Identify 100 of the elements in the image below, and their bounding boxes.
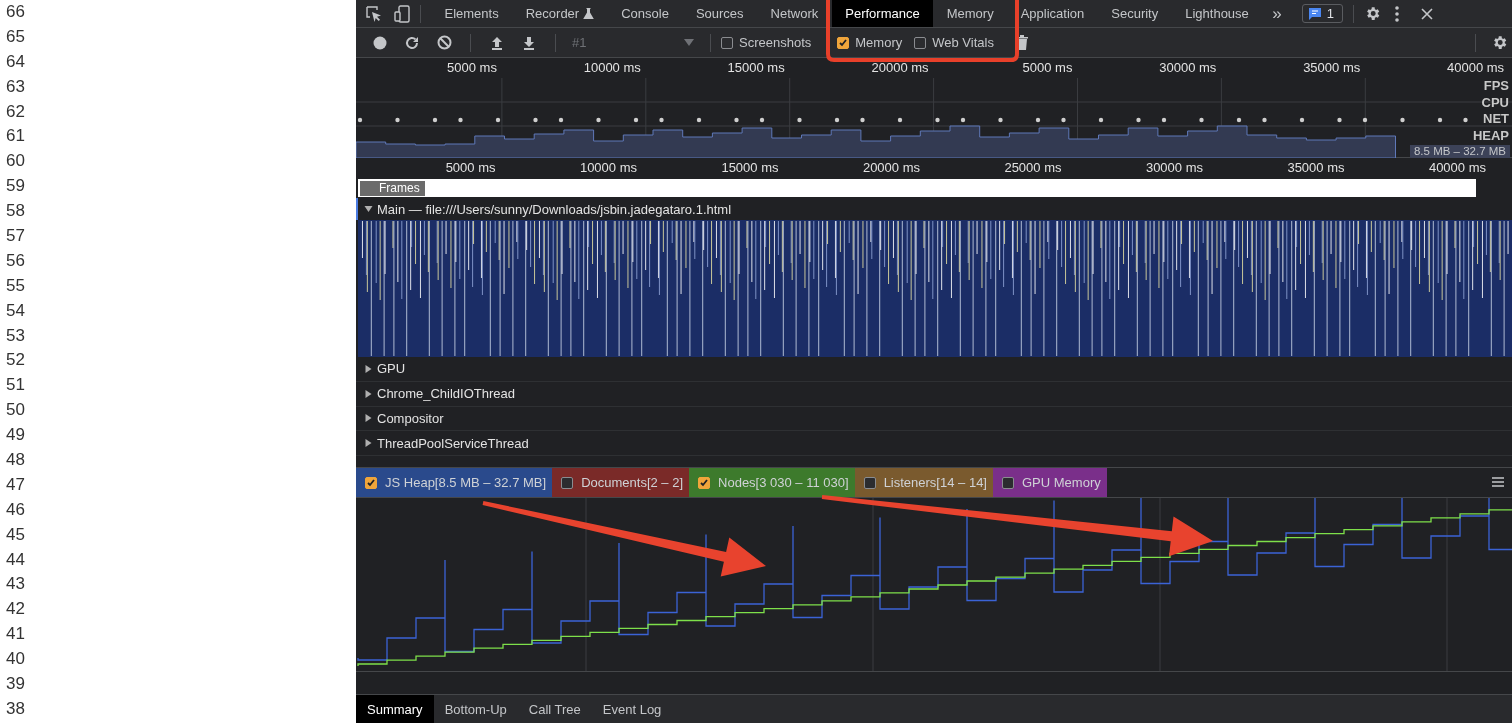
panel-tab[interactable]: Elements	[431, 0, 513, 27]
line-number: 51	[5, 374, 26, 397]
heap-range: 8.5 MB – 32.7 MB	[1409, 145, 1510, 158]
line-number: 66	[5, 1, 26, 23]
time-tick: 35000 ms	[1302, 59, 1362, 77]
option-label: Memory	[855, 35, 903, 50]
line-number: 58	[5, 200, 26, 223]
more-options-icon[interactable]	[1395, 5, 1400, 22]
panel-tab[interactable]: Lighthouse	[1171, 0, 1263, 27]
upload-icon[interactable]	[490, 35, 504, 50]
flask-icon	[583, 7, 595, 20]
dropdown-caret-icon	[684, 38, 694, 47]
thread-track[interactable]: Chrome_ChildIOThread	[356, 381, 1512, 407]
time-tick: 15000 ms	[726, 59, 786, 77]
time-tick: 40000 ms	[1427, 159, 1487, 177]
time-tick: 5000 ms	[444, 159, 497, 177]
line-number: 41	[5, 623, 26, 646]
counter-toggle[interactable]: Nodes[3 030 – 11 030]	[689, 468, 855, 497]
line-number: 55	[5, 274, 26, 297]
time-tick: 10000 ms	[578, 159, 638, 177]
time-tick: 40000 ms	[1446, 59, 1506, 77]
line-number: 52	[5, 349, 26, 372]
checkbox[interactable]	[721, 36, 733, 49]
line-number: 42	[5, 598, 26, 621]
line-number: 50	[5, 399, 26, 422]
line-number: 57	[5, 225, 26, 247]
time-tick: 5000 ms	[446, 59, 498, 77]
time-tick: 20000 ms	[861, 159, 921, 177]
lane-label: CPU	[1481, 94, 1509, 111]
time-tick: 30000 ms	[1144, 159, 1204, 177]
menu-icon[interactable]	[1492, 475, 1504, 490]
panel-tab[interactable]: Sources	[682, 0, 758, 27]
checkbox[interactable]	[837, 36, 850, 49]
line-number: 47	[5, 473, 26, 496]
panel-tab[interactable]: Application	[1007, 0, 1098, 27]
more-tabs-button[interactable]: »	[1262, 3, 1292, 24]
close-icon[interactable]	[1421, 7, 1434, 20]
counter-toggle[interactable]: Listeners[14 – 14]	[854, 468, 993, 497]
download-icon[interactable]	[522, 35, 536, 50]
checkbox[interactable]	[1002, 476, 1014, 489]
time-tick: 25000 ms	[1003, 159, 1063, 177]
counter-toggle[interactable]: JS Heap[8.5 MB – 32.7 MB]	[356, 468, 553, 497]
line-number: 46	[5, 498, 26, 521]
device-icon[interactable]	[394, 4, 410, 23]
line-number: 43	[5, 573, 26, 596]
issues-button[interactable]: 1	[1301, 4, 1344, 23]
panel-tab[interactable]: Network	[757, 0, 832, 27]
caret-icon[interactable]	[364, 439, 373, 448]
option-label: Screenshots	[739, 35, 812, 50]
time-tick: 30000 ms	[1158, 59, 1218, 77]
line-number: 48	[5, 449, 26, 472]
panel-tab[interactable]: Recorder	[512, 0, 608, 27]
option-label: Web Vitals	[932, 35, 994, 50]
counter-toggle[interactable]: Documents[2 – 2]	[552, 468, 690, 497]
time-tick: 15000 ms	[720, 159, 780, 177]
checkbox[interactable]	[365, 476, 377, 489]
line-number: 56	[5, 249, 26, 272]
reload-icon[interactable]	[405, 35, 419, 50]
checkbox[interactable]	[561, 476, 574, 489]
line-number: 64	[5, 50, 26, 73]
lane-label: FPS	[1483, 78, 1509, 95]
inspect-icon[interactable]	[366, 5, 382, 22]
line-number: 60	[5, 150, 26, 173]
details-tab[interactable]: Event Log	[591, 695, 673, 723]
line-number: 39	[5, 673, 26, 696]
details-tab[interactable]: Bottom-Up	[433, 695, 518, 723]
time-tick: 35000 ms	[1286, 159, 1346, 177]
panel-tab[interactable]: Memory	[933, 0, 1008, 27]
line-number: 65	[5, 25, 26, 48]
caret-icon[interactable]	[364, 414, 373, 423]
checkbox[interactable]	[863, 476, 876, 489]
line-number: 40	[5, 648, 26, 671]
panel-tab[interactable]: Performance	[831, 0, 934, 27]
line-number: 62	[5, 100, 26, 123]
time-tick: 5000 ms	[1021, 59, 1074, 77]
details-tab[interactable]: Call Tree	[517, 695, 592, 723]
settings-icon[interactable]	[1364, 5, 1382, 22]
line-number: 38	[5, 697, 26, 720]
message-icon	[1307, 6, 1322, 21]
thread-track[interactable]: Compositor	[356, 406, 1512, 432]
line-number: 54	[5, 299, 26, 322]
checkbox[interactable]	[914, 36, 927, 49]
caret-icon[interactable]	[364, 205, 373, 213]
time-tick: 20000 ms	[870, 59, 930, 77]
panel-tab[interactable]: Console	[607, 0, 683, 27]
line-number: 49	[5, 424, 26, 447]
thread-track[interactable]: ThreadPoolServiceThread	[356, 431, 1512, 457]
details-tab[interactable]: Summary	[356, 695, 434, 723]
line-number: 45	[5, 523, 26, 546]
line-number: 63	[5, 75, 26, 98]
counter-toggle[interactable]: GPU Memory	[993, 468, 1107, 497]
line-number: 61	[5, 125, 26, 148]
caret-icon[interactable]	[364, 389, 373, 398]
checkbox[interactable]	[698, 476, 711, 489]
panel-tab[interactable]: Security	[1097, 0, 1172, 27]
lane-label: HEAP	[1472, 127, 1509, 144]
thread-track[interactable]: GPU	[356, 357, 1512, 382]
time-tick: 10000 ms	[582, 59, 642, 77]
track-label: Frames	[360, 180, 425, 196]
caret-icon[interactable]	[364, 364, 373, 373]
